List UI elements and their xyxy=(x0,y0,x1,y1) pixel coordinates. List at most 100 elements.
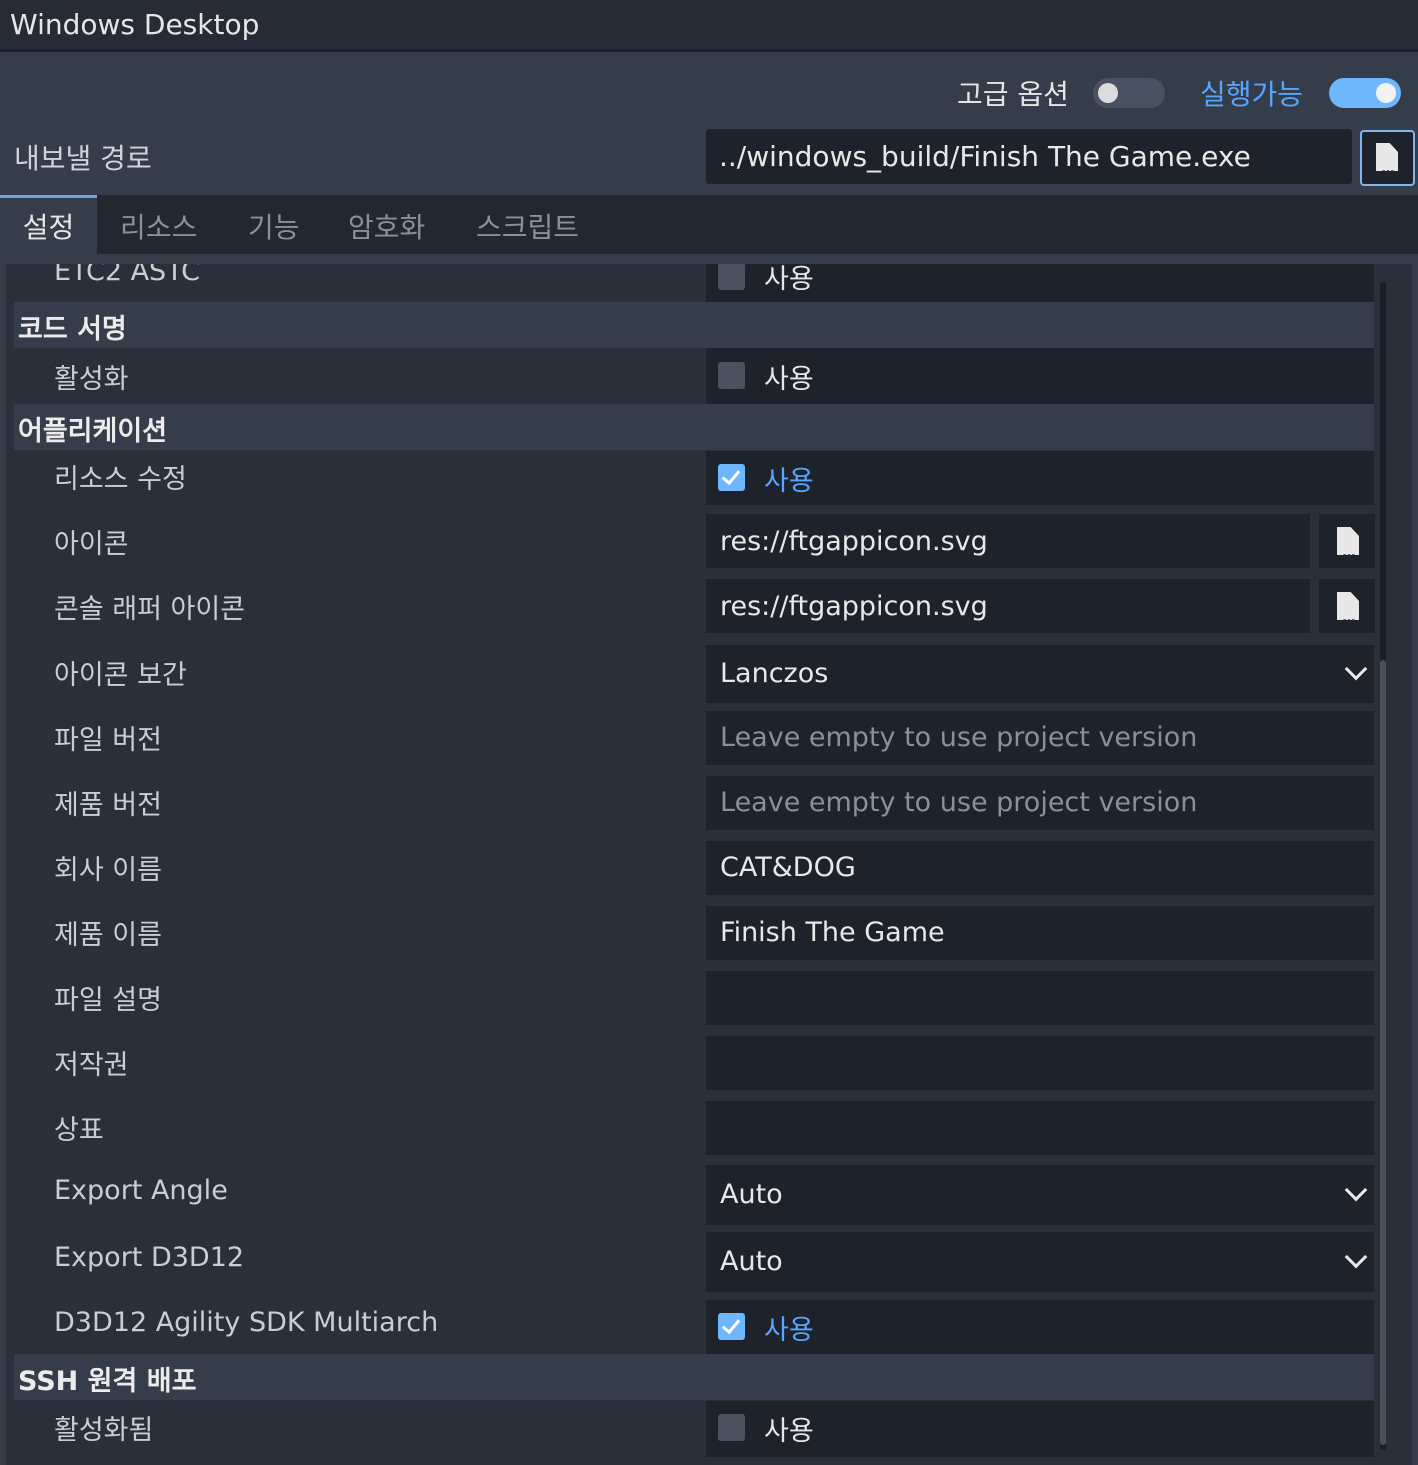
section-code-signing[interactable]: 코드 서명 xyxy=(14,302,1374,348)
property-row-icon-interpolation: 아이콘 보간 Lanczos xyxy=(14,645,1374,703)
export-path-browse-button[interactable]: ... xyxy=(1360,130,1415,186)
property-label: 제품 버전 xyxy=(54,790,162,821)
property-label: 제품 이름 xyxy=(54,920,162,951)
window-titlebar: Windows Desktop xyxy=(0,0,1418,52)
input-value: CAT&DOG xyxy=(720,852,856,883)
checkbox-label: 사용 xyxy=(764,466,814,497)
property-label: Export Angle xyxy=(54,1175,228,1206)
product-name-input[interactable]: Finish The Game xyxy=(706,906,1374,960)
icon-interpolation-dropdown[interactable]: Lanczos xyxy=(706,645,1374,703)
modify-resources-checkbox-field[interactable]: 사용 xyxy=(706,451,1374,505)
section-ssh-remote-deploy[interactable]: SSH 원격 배포 xyxy=(14,1354,1374,1400)
runnable-label: 실행가능 xyxy=(1200,78,1304,111)
checkbox-checked[interactable] xyxy=(718,1313,745,1340)
property-label: 아이콘 xyxy=(54,529,129,560)
property-label: 저작권 xyxy=(54,1050,129,1081)
property-label: 아이콘 보간 xyxy=(54,660,187,691)
checkbox[interactable] xyxy=(718,1414,745,1441)
property-row-trademarks: 상표 xyxy=(14,1101,1374,1155)
code-signing-checkbox-field[interactable]: 사용 xyxy=(706,348,1374,404)
ssh-enabled-checkbox-field[interactable]: 사용 xyxy=(706,1401,1374,1457)
property-label: Export D3D12 xyxy=(54,1242,245,1273)
tab-bar: 설정 리소스 기능 암호화 스크립트 xyxy=(0,195,1418,254)
property-row-etc2-astc: ETC2 ASTC 사용 xyxy=(14,264,1374,302)
tab-features[interactable]: 기능 xyxy=(248,195,300,254)
property-label: 콘솔 래퍼 아이콘 xyxy=(54,594,246,625)
input-placeholder: Leave empty to use project version xyxy=(720,787,1198,818)
trademarks-input[interactable] xyxy=(706,1101,1374,1155)
export-path-value: ../windows_build/Finish The Game.exe xyxy=(719,140,1251,173)
toggle-knob xyxy=(1098,83,1118,103)
advanced-options-label: 고급 옵션 xyxy=(957,78,1069,111)
input-value: Finish The Game xyxy=(720,917,945,948)
property-row-company-name: 회사 이름 CAT&DOG xyxy=(14,841,1374,895)
property-row-product-version: 제품 버전 Leave empty to use project version xyxy=(14,776,1374,830)
property-label: 파일 버전 xyxy=(54,725,162,756)
product-version-input[interactable]: Leave empty to use project version xyxy=(706,776,1374,830)
checkbox-checked[interactable] xyxy=(718,464,745,491)
d3d12-agility-checkbox-field[interactable]: 사용 xyxy=(706,1300,1374,1354)
property-label: 활성화됨 xyxy=(54,1415,154,1446)
tab-script[interactable]: 스크립트 xyxy=(476,195,579,254)
copyright-input[interactable] xyxy=(706,1036,1374,1090)
property-inspector: ETC2 ASTC 사용 코드 서명 활성화 사용 어플리케이션 리소스 수정 … xyxy=(6,264,1412,1465)
property-row-d3d12-agility: D3D12 Agility SDK Multiarch 사용 xyxy=(14,1300,1374,1354)
property-row-export-angle: Export Angle Auto xyxy=(14,1165,1374,1225)
icon-path-input[interactable]: res://ftgappicon.svg xyxy=(706,514,1310,568)
console-wrapper-icon-value: res://ftgappicon.svg xyxy=(720,591,988,622)
window-title: Windows Desktop xyxy=(10,8,260,41)
tab-label: 스크립트 xyxy=(476,211,580,244)
property-row-icon: 아이콘 res://ftgappicon.svg ... xyxy=(14,514,1375,568)
property-row-modify-resources: 리소스 수정 사용 xyxy=(14,451,1374,505)
checkbox[interactable] xyxy=(718,362,745,389)
property-row-ssh-enabled: 활성화됨 사용 xyxy=(14,1401,1374,1457)
tab-label: 암호화 xyxy=(348,211,426,244)
console-wrapper-icon-input[interactable]: res://ftgappicon.svg xyxy=(706,579,1310,633)
export-angle-dropdown[interactable]: Auto xyxy=(706,1165,1374,1225)
file-description-input[interactable] xyxy=(706,971,1374,1025)
company-name-input[interactable]: CAT&DOG xyxy=(706,841,1374,895)
export-path-label: 내보낼 경로 xyxy=(14,142,152,175)
checkbox-label: 사용 xyxy=(764,264,814,295)
property-label: 파일 설명 xyxy=(54,985,162,1016)
section-application[interactable]: 어플리케이션 xyxy=(14,404,1374,450)
runnable-toggle[interactable] xyxy=(1329,78,1401,108)
property-row-code-signing-enable: 활성화 사용 xyxy=(14,348,1374,404)
checkbox-label: 사용 xyxy=(764,1315,814,1346)
property-label: 회사 이름 xyxy=(54,855,162,886)
property-label: ETC2 ASTC xyxy=(54,264,200,287)
property-row-product-name: 제품 이름 Finish The Game xyxy=(14,906,1374,960)
tab-settings[interactable]: 설정 xyxy=(0,195,97,254)
property-row-export-d3d12: Export D3D12 Auto xyxy=(14,1232,1374,1292)
file-version-input[interactable]: Leave empty to use project version xyxy=(706,711,1374,765)
icon-browse-button[interactable]: ... xyxy=(1319,514,1375,568)
dropdown-value: Auto xyxy=(720,1246,783,1277)
file-browse-icon: ... xyxy=(1376,143,1398,176)
file-browse-icon: ... xyxy=(1337,527,1359,560)
advanced-options-toggle[interactable] xyxy=(1093,78,1165,108)
checkbox[interactable] xyxy=(718,264,745,290)
export-path-input[interactable]: ../windows_build/Finish The Game.exe xyxy=(706,129,1352,184)
chevron-down-icon xyxy=(1344,1245,1368,1269)
file-browse-icon: ... xyxy=(1337,592,1359,625)
property-label: 상표 xyxy=(54,1115,104,1146)
property-row-console-wrapper-icon: 콘솔 래퍼 아이콘 res://ftgappicon.svg ... xyxy=(14,579,1375,633)
toggle-knob xyxy=(1376,83,1396,103)
tab-resources[interactable]: 리소스 xyxy=(120,195,197,254)
section-title: 코드 서명 xyxy=(18,314,127,345)
property-row-file-version: 파일 버전 Leave empty to use project version xyxy=(14,711,1374,765)
tab-encryption[interactable]: 암호화 xyxy=(348,195,425,254)
etc2-astc-checkbox-field[interactable]: 사용 xyxy=(706,264,1374,302)
dropdown-value: Auto xyxy=(720,1179,783,1210)
console-wrapper-icon-browse-button[interactable]: ... xyxy=(1319,579,1375,633)
scrollbar-thumb[interactable] xyxy=(1380,660,1386,1445)
tab-label: 리소스 xyxy=(120,211,198,244)
chevron-down-icon xyxy=(1344,1178,1368,1202)
input-placeholder: Leave empty to use project version xyxy=(720,722,1198,753)
checkbox-label: 사용 xyxy=(764,364,814,395)
export-d3d12-dropdown[interactable]: Auto xyxy=(706,1232,1374,1292)
property-row-copyright: 저작권 xyxy=(14,1036,1374,1090)
property-label: D3D12 Agility SDK Multiarch xyxy=(54,1307,439,1338)
dropdown-value: Lanczos xyxy=(720,658,829,689)
vertical-scrollbar[interactable] xyxy=(1380,282,1386,1450)
